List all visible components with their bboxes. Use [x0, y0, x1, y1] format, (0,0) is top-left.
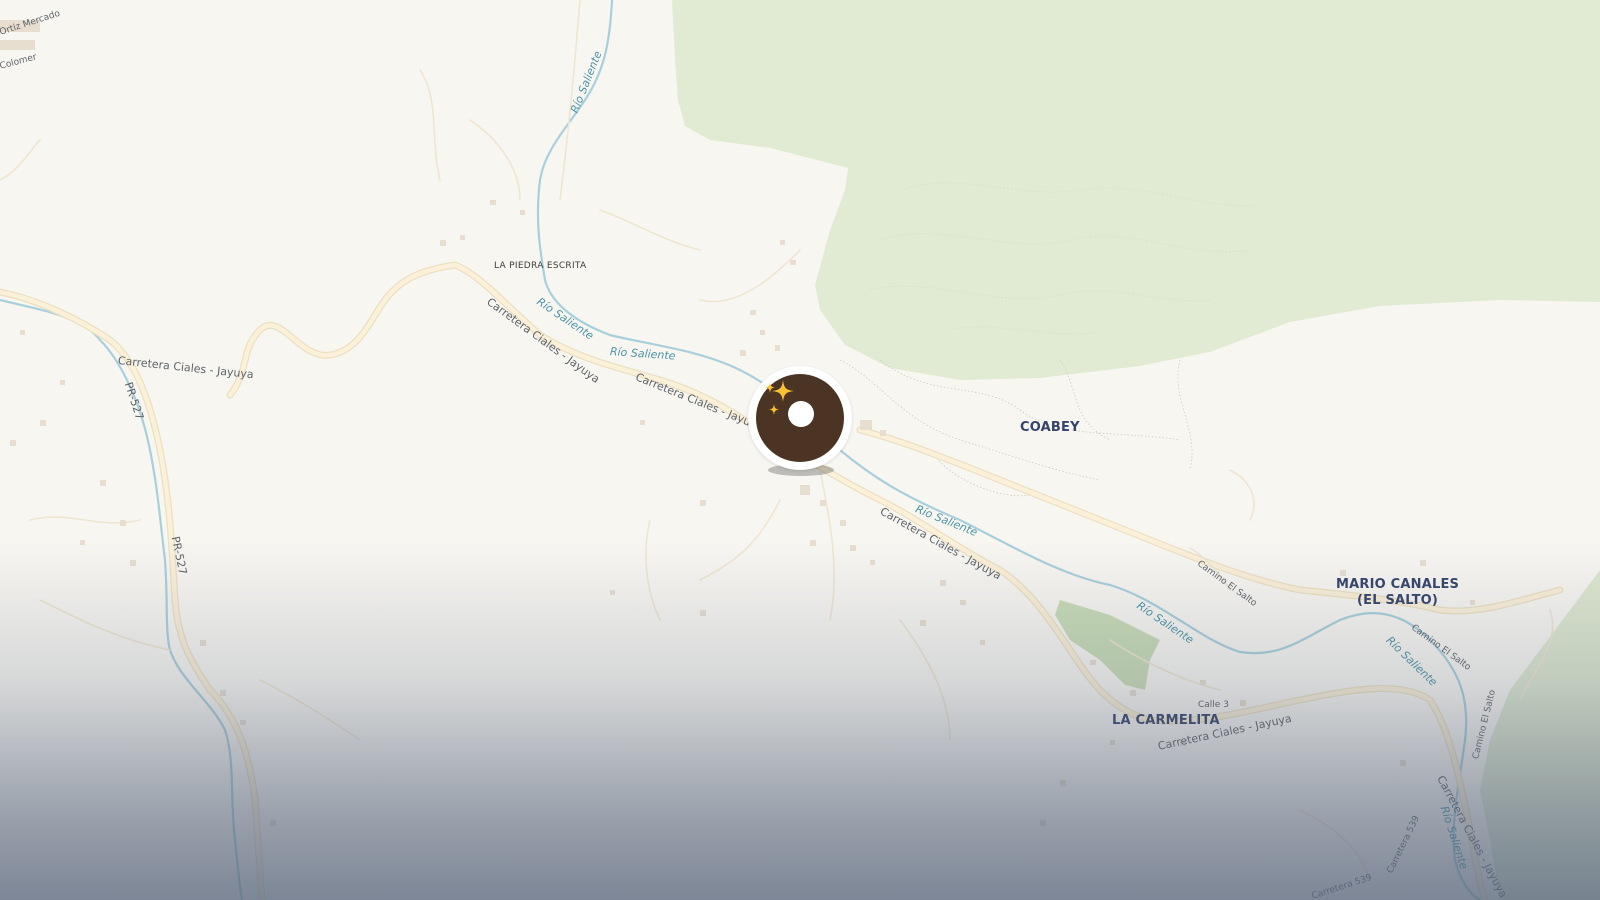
- map-view[interactable]: COABEY MARIO CANALES (EL SALTO) LA CARME…: [0, 0, 1600, 900]
- place-label-la-piedra-escrita: LA PIEDRA ESCRITA: [494, 261, 587, 271]
- sparkles-icon: [765, 380, 794, 415]
- place-label-mario-canales: MARIO CANALES (EL SALTO): [1336, 577, 1460, 608]
- road-label-calle-3: Calle 3: [1198, 700, 1229, 710]
- place-label-la-carmelita: LA CARMELITA: [1112, 713, 1220, 728]
- location-marker[interactable]: [748, 366, 852, 478]
- place-label-coabey: COABEY: [1020, 420, 1080, 435]
